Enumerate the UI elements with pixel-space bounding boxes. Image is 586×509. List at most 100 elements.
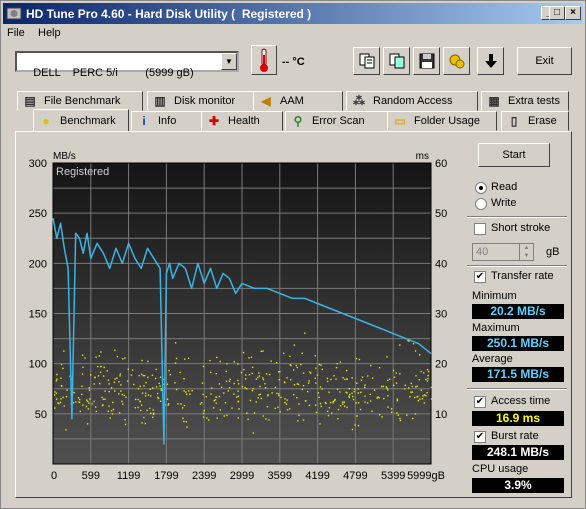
access-time-point — [386, 356, 388, 358]
access-time-point — [225, 370, 227, 373]
drive-select[interactable]: DELL PERC 5/i (5999 gB) ▼ — [15, 51, 239, 79]
access-time-point — [59, 401, 62, 404]
access-time-point — [268, 373, 271, 376]
access-time-point — [253, 412, 256, 414]
access-time-point — [87, 408, 89, 410]
y-right-tick-label: 20 — [435, 359, 447, 371]
y-left-tick-label: 150 — [29, 309, 47, 321]
access-time-point — [348, 388, 351, 390]
access-time-point — [151, 374, 154, 377]
spinner-arrows-icon[interactable]: ▲ ▼ — [519, 244, 533, 260]
access-time-point — [404, 388, 406, 390]
access-time-point — [316, 374, 319, 376]
access-time-point — [399, 373, 401, 375]
access-time-point — [247, 418, 249, 420]
menu-file[interactable]: File — [7, 27, 25, 39]
access-time-point — [364, 384, 366, 386]
access-time-point — [104, 398, 106, 400]
access-time-point — [202, 412, 205, 415]
access-time-point — [410, 382, 413, 385]
access-time-point — [414, 413, 417, 415]
tab-erase[interactable]: ▯ Erase — [501, 111, 569, 131]
y-right-tick-label: 60 — [435, 158, 447, 170]
access-time-point — [339, 361, 342, 363]
access-time-point — [60, 363, 63, 366]
access-time-point — [147, 360, 149, 363]
access-time-point — [406, 414, 408, 416]
tab-extra-tests[interactable]: ▦ Extra tests — [481, 91, 569, 111]
access-time-point — [264, 383, 266, 385]
access-time-point — [336, 388, 339, 391]
access-time-point — [149, 395, 152, 397]
access-time-point — [308, 380, 310, 382]
options-button[interactable] — [443, 47, 470, 75]
y-left-unit-label: MB/s — [53, 151, 76, 162]
access-time-point — [300, 363, 302, 366]
temperature-button[interactable] — [251, 45, 277, 75]
tab-disk-monitor[interactable]: ▥ Disk monitor — [147, 91, 259, 111]
short-stroke-checkbox[interactable] — [474, 223, 486, 235]
access-time-point — [393, 376, 396, 378]
app-icon — [6, 7, 22, 20]
access-time-point — [386, 387, 388, 389]
access-time-point — [420, 370, 422, 373]
access-time-point — [333, 375, 335, 377]
save-button[interactable] — [413, 47, 440, 75]
tab-error-scan[interactable]: ⚲ Error Scan — [285, 111, 389, 131]
access-time-point — [251, 366, 254, 369]
exit-button[interactable]: Exit — [517, 47, 572, 75]
access-time-point — [81, 385, 83, 387]
tab-random-access[interactable]: ⁂ Random Access — [346, 91, 478, 111]
burst-rate-checkbox[interactable]: ✔ — [474, 431, 486, 443]
access-time-point — [315, 367, 317, 369]
access-time-point — [82, 404, 84, 406]
close-button[interactable]: × — [565, 6, 581, 20]
access-time-point — [141, 392, 144, 394]
access-time-point — [378, 366, 381, 369]
bulb-icon: ● — [42, 113, 50, 128]
minimum-value: 20.2 MB/s — [472, 304, 564, 319]
access-time-point — [271, 392, 273, 394]
thermometer-icon — [260, 48, 268, 72]
access-time-point — [393, 384, 395, 386]
tab-info[interactable]: i Info — [131, 111, 205, 131]
tab-folder-usage[interactable]: ▭ Folder Usage — [387, 111, 497, 131]
y-left-tick-label: 200 — [29, 258, 47, 270]
access-time-point — [396, 398, 399, 400]
access-time-point — [187, 357, 190, 360]
access-time-point — [258, 372, 260, 374]
tab-aam[interactable]: ◀ AAM — [253, 91, 343, 111]
short-stroke-spinner[interactable]: 40 ▲ ▼ — [472, 243, 534, 261]
tab-file-benchmark[interactable]: ▤ File Benchmark — [17, 91, 143, 111]
access-time-point — [200, 401, 203, 404]
access-time-point — [427, 370, 430, 373]
access-time-point — [56, 373, 58, 376]
menu-help[interactable]: Help — [38, 27, 61, 39]
download-button[interactable] — [477, 47, 504, 75]
access-time-point — [185, 393, 188, 395]
access-time-point — [251, 372, 253, 375]
access-time-point — [351, 377, 353, 379]
floppy-disk-icon — [419, 53, 434, 69]
access-time-point — [96, 365, 99, 368]
title-bar[interactable]: HD Tune Pro 4.60 - Hard Disk Utility ( R… — [3, 3, 583, 24]
copy-screenshot-button[interactable] — [383, 47, 410, 75]
read-radio[interactable] — [475, 182, 487, 194]
y-right-tick-label: 30 — [435, 309, 447, 321]
tab-benchmark[interactable]: ● Benchmark — [33, 109, 129, 131]
access-time-point — [63, 405, 65, 407]
write-radio[interactable] — [475, 198, 487, 210]
access-time-point — [181, 407, 184, 409]
copy-text-button[interactable] — [353, 47, 380, 75]
maximize-button[interactable]: □ — [549, 6, 565, 20]
access-time-point — [274, 386, 277, 389]
chevron-down-icon[interactable]: ▼ — [221, 53, 237, 70]
tab-health[interactable]: ✚ Health — [201, 111, 283, 131]
access-time-point — [191, 389, 193, 392]
tab-label: Folder Usage — [414, 115, 481, 127]
access-time-point — [123, 394, 125, 397]
access-time-checkbox[interactable]: ✔ — [474, 396, 486, 408]
transfer-rate-checkbox[interactable]: ✔ — [474, 271, 486, 283]
start-button[interactable]: Start — [478, 143, 550, 167]
access-time-point — [319, 386, 322, 388]
